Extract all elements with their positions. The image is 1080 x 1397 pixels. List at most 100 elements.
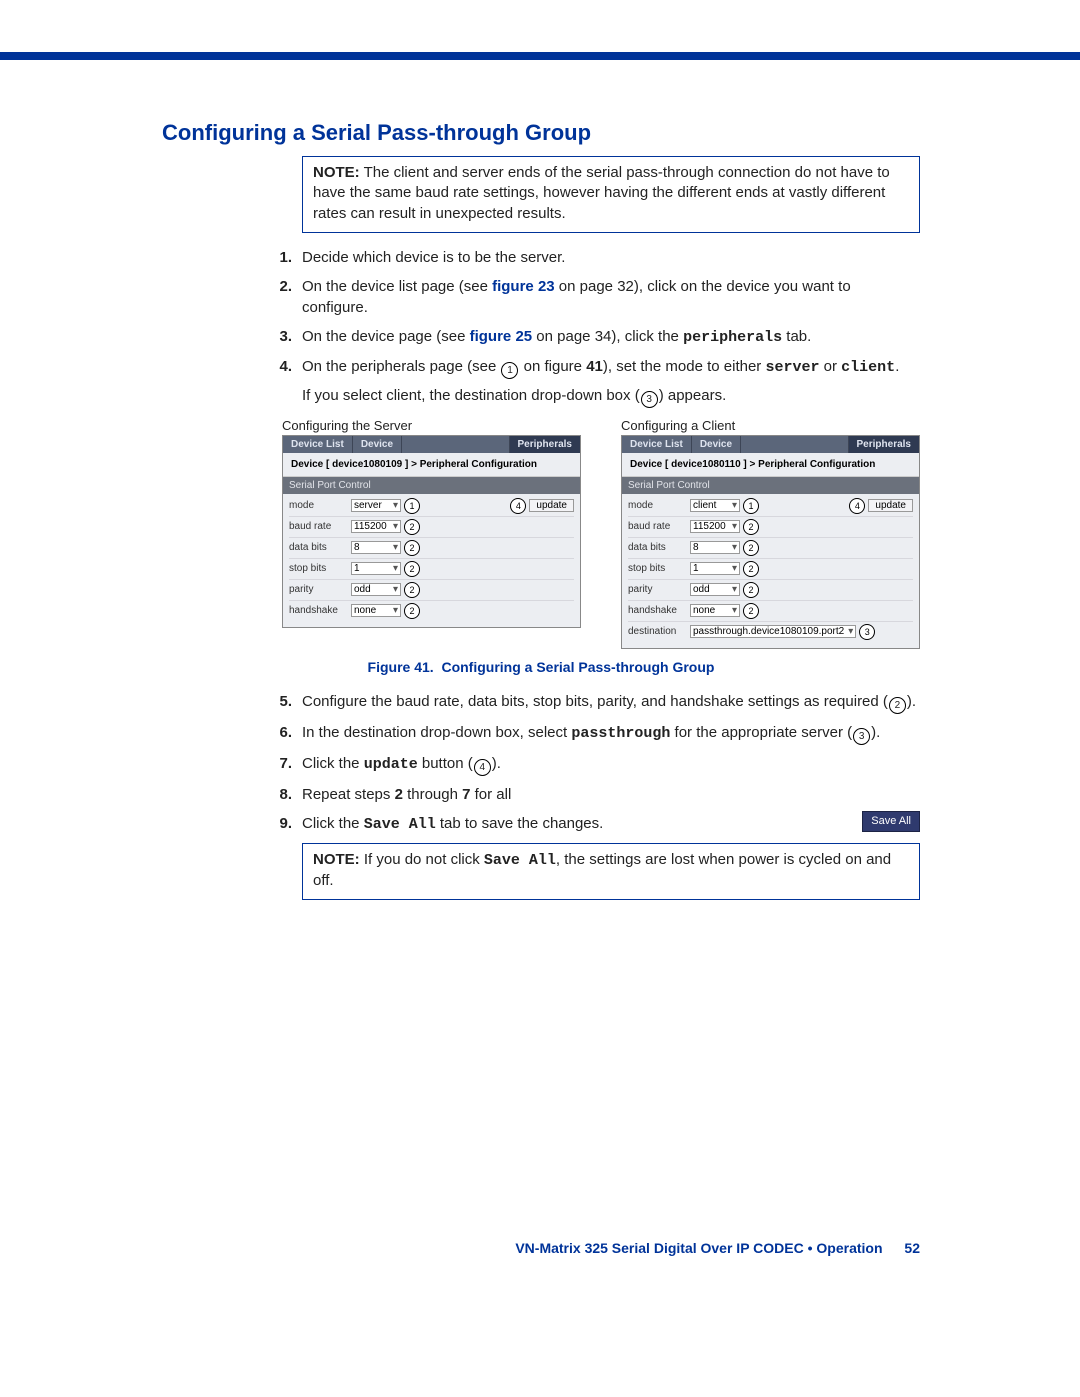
step-4: 4. On the peripherals page (see 1 on fig… — [262, 356, 920, 408]
select-mode[interactable]: client▾ — [690, 499, 740, 512]
select-databits[interactable]: 8▾ — [690, 541, 740, 554]
note-box-2: NOTE: If you do not click Save All, the … — [302, 843, 920, 901]
step-5: 5. Configure the baud rate, data bits, s… — [262, 691, 920, 714]
chevron-down-icon: ▾ — [389, 521, 398, 532]
screenshot-server-caption: Configuring the Server — [282, 418, 581, 433]
callout-3: 3 — [859, 624, 875, 640]
tab-device[interactable]: Device — [353, 436, 402, 453]
ui-window-client: Device List Device Peripherals Device [ … — [621, 435, 920, 649]
select-parity[interactable]: odd▾ — [351, 583, 401, 596]
update-button[interactable]: update — [529, 499, 574, 512]
callout-2-icon: 2 — [889, 697, 906, 714]
callout-4: 4 — [849, 498, 865, 514]
step-4-sub: If you select client, the destination dr… — [302, 385, 920, 408]
screenshot-client: Configuring a Client Device List Device … — [621, 418, 920, 649]
callout-2: 2 — [404, 561, 420, 577]
figure-caption: Figure 41. Configuring a Serial Pass-thr… — [162, 659, 920, 675]
select-handshake[interactable]: none▾ — [690, 604, 740, 617]
step-1: 1. Decide which device is to be the serv… — [262, 247, 920, 268]
step-num: 8. — [262, 784, 292, 805]
callout-3-icon: 3 — [853, 728, 870, 745]
note-box-1: NOTE: The client and server ends of the … — [302, 156, 920, 233]
figure-screenshots: Configuring the Server Device List Devic… — [282, 418, 920, 649]
page-footer: VN-Matrix 325 Serial Digital Over IP COD… — [162, 1240, 920, 1256]
ui-tabs: Device List Device Peripherals — [622, 436, 919, 453]
update-button[interactable]: update — [868, 499, 913, 512]
tab-peripherals[interactable]: Peripherals — [509, 436, 580, 453]
select-stopbits[interactable]: 1▾ — [351, 562, 401, 575]
callout-2: 2 — [743, 582, 759, 598]
select-stopbits[interactable]: 1▾ — [690, 562, 740, 575]
select-baud[interactable]: 115200▾ — [690, 520, 740, 533]
callout-4: 4 — [510, 498, 526, 514]
select-databits[interactable]: 8▾ — [351, 541, 401, 554]
breadcrumb: Device [ device1080109 ] > Peripheral Co… — [283, 453, 580, 477]
tab-device-list[interactable]: Device List — [622, 436, 692, 453]
chevron-down-icon: ▾ — [728, 584, 737, 595]
select-parity[interactable]: odd▾ — [690, 583, 740, 596]
step-text: Repeat steps 2 through 7 for all — [302, 786, 511, 803]
label-parity: parity — [628, 584, 690, 595]
step-text: Click the Save All tab to save the chang… — [302, 815, 603, 832]
chevron-down-icon: ▾ — [389, 605, 398, 616]
step-num: 9. — [262, 813, 292, 834]
chevron-down-icon: ▾ — [728, 563, 737, 574]
step-num: 2. — [262, 276, 292, 297]
top-accent-bar — [0, 52, 1080, 60]
step-text: Configure the baud rate, data bits, stop… — [302, 693, 916, 710]
steps-list-continued: 5. Configure the baud rate, data bits, s… — [262, 691, 920, 835]
step-num: 7. — [262, 753, 292, 774]
section-title: Configuring a Serial Pass-through Group — [162, 120, 920, 146]
save-all-button[interactable]: Save All — [862, 811, 920, 832]
screenshot-client-caption: Configuring a Client — [621, 418, 920, 433]
callout-2: 2 — [743, 519, 759, 535]
label-handshake: handshake — [289, 605, 351, 616]
breadcrumb: Device [ device1080110 ] > Peripheral Co… — [622, 453, 919, 477]
label-stopbits: stop bits — [628, 563, 690, 574]
step-text: In the destination drop-down box, select… — [302, 724, 880, 741]
label-handshake: handshake — [628, 605, 690, 616]
note-label: NOTE: — [313, 164, 360, 181]
step-text: On the device page (see figure 25 on pag… — [302, 328, 811, 345]
callout-1: 1 — [743, 498, 759, 514]
tab-device[interactable]: Device — [692, 436, 741, 453]
label-databits: data bits — [628, 542, 690, 553]
callout-2: 2 — [743, 540, 759, 556]
step-num: 5. — [262, 691, 292, 712]
page-number: 52 — [904, 1240, 920, 1256]
note-text: The client and server ends of the serial… — [313, 164, 890, 222]
callout-2: 2 — [404, 582, 420, 598]
step-8: 8. Repeat steps 2 through 7 for all — [262, 784, 920, 805]
step-text: Click the update button (4). — [302, 755, 501, 772]
select-destination[interactable]: passthrough.device1080109.port2▾ — [690, 625, 856, 638]
label-baud: baud rate — [628, 521, 690, 532]
label-destination: destination — [628, 626, 690, 637]
chevron-down-icon: ▾ — [728, 605, 737, 616]
select-mode[interactable]: server▾ — [351, 499, 401, 512]
callout-2: 2 — [404, 603, 420, 619]
tab-peripherals[interactable]: Peripherals — [848, 436, 919, 453]
note-text: If you do not click Save All, the settin… — [313, 851, 891, 889]
callout-2: 2 — [404, 519, 420, 535]
section-header: Serial Port Control — [622, 477, 919, 494]
figure-link[interactable]: figure 25 — [470, 328, 533, 345]
page-body: Configuring a Serial Pass-through Group … — [0, 60, 1080, 1296]
label-mode: mode — [628, 500, 690, 511]
callout-1-icon: 1 — [501, 362, 518, 379]
callout-3-icon: 3 — [641, 391, 658, 408]
figure-link[interactable]: figure 23 — [492, 278, 555, 295]
callout-2: 2 — [743, 603, 759, 619]
chevron-down-icon: ▾ — [728, 500, 737, 511]
chevron-down-icon: ▾ — [728, 542, 737, 553]
tab-device-list[interactable]: Device List — [283, 436, 353, 453]
chevron-down-icon: ▾ — [389, 500, 398, 511]
label-parity: parity — [289, 584, 351, 595]
select-baud[interactable]: 115200▾ — [351, 520, 401, 533]
chevron-down-icon: ▾ — [389, 563, 398, 574]
section-header: Serial Port Control — [283, 477, 580, 494]
step-7: 7. Click the update button (4). — [262, 753, 920, 776]
chevron-down-icon: ▾ — [389, 542, 398, 553]
select-handshake[interactable]: none▾ — [351, 604, 401, 617]
callout-4-icon: 4 — [474, 759, 491, 776]
step-6: 6. In the destination drop-down box, sel… — [262, 722, 920, 745]
